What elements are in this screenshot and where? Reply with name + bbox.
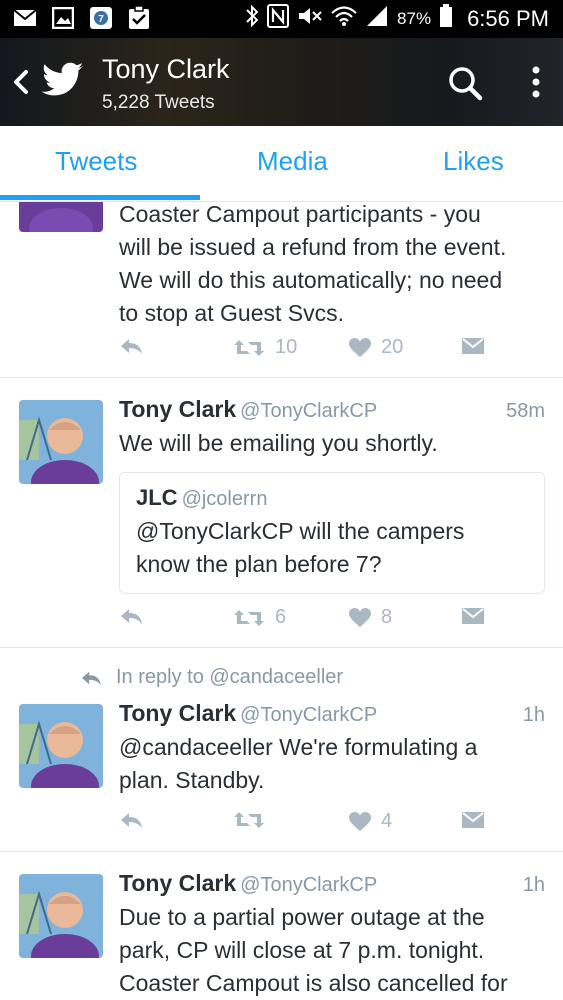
tweet-content: Coaster Campout participants - you will … (119, 202, 545, 330)
tweet-actions: 10 20 (119, 336, 499, 368)
like-button[interactable]: 20 (349, 336, 403, 359)
author-handle: @TonyClarkCP (240, 704, 378, 726)
reply-icon (121, 609, 142, 624)
profile-header: Tony Clark 5,228 Tweets (0, 38, 563, 126)
tweet-content: Tony Clark @TonyClarkCP Due to a partial … (119, 870, 545, 1000)
in-reply-to-label: In reply to @candaceeller (116, 666, 344, 688)
retweet-button[interactable] (233, 810, 275, 830)
avatar[interactable] (19, 704, 103, 788)
reply-icon (121, 813, 142, 828)
email-notification-icon (12, 6, 38, 30)
retweet-icon (234, 812, 264, 828)
tab-tweets[interactable]: Tweets (55, 146, 137, 177)
quoted-author: JLC @jcolerrn (136, 485, 267, 511)
envelope-icon (462, 338, 484, 354)
heart-icon (349, 607, 371, 627)
retweet-icon (234, 339, 264, 356)
like-button[interactable]: 8 (349, 606, 392, 629)
envelope-icon (462, 812, 484, 828)
tab-media[interactable]: Media (257, 146, 328, 177)
quoted-tweet[interactable]: JLC @jcolerrn @TonyClarkCP will the campe… (119, 472, 545, 594)
reply-icon (121, 339, 142, 354)
in-reply-to[interactable]: In reply to @candaceeller (80, 666, 343, 689)
tweet-author[interactable]: Tony Clark @TonyClarkCP (119, 870, 545, 897)
tweet-timestamp: 1h (522, 704, 545, 726)
tweet-text: We will be emailing you shortly. (119, 430, 438, 456)
nfc-icon (267, 4, 290, 34)
clock: 6:56 PM (467, 6, 549, 31)
author-name: Tony Clark (119, 700, 237, 726)
like-button[interactable]: 4 (349, 810, 392, 833)
quoted-author-name: JLC (136, 485, 178, 510)
tweet-content: Tony Clark @TonyClarkCP We will be emaili… (119, 396, 545, 460)
direct-message-button[interactable] (461, 606, 485, 626)
battery-percent: 87% (397, 9, 432, 28)
reply-button[interactable] (119, 606, 143, 626)
tweet-author[interactable]: Tony Clark @TonyClarkCP (119, 700, 545, 727)
tweet-feed[interactable]: Coaster Campout participants - you will … (0, 202, 563, 1000)
tweet-count: 5,228 Tweets (102, 92, 215, 113)
reply-icon (82, 671, 101, 685)
retweet-count: 10 (275, 336, 298, 358)
quoted-author-handle: @jcolerrn (181, 488, 268, 510)
heart-icon (349, 337, 371, 357)
reply-button[interactable] (119, 810, 143, 830)
profile-name: Tony Clark (102, 54, 230, 84)
avatar[interactable] (19, 874, 103, 958)
tweet-text: Due to a partial power outage at the par… (119, 904, 508, 996)
signal-icon (365, 5, 389, 33)
retweet-button[interactable]: 10 (233, 336, 297, 359)
author-handle: @TonyClarkCP (240, 874, 378, 896)
tweet-content: Tony Clark @TonyClarkCP @candaceeller We'… (119, 700, 545, 797)
tab-likes[interactable]: Likes (443, 146, 504, 177)
bluetooth-icon (245, 4, 259, 34)
tweet[interactable]: In reply to @candaceeller Tony Clark @Ton… (0, 648, 563, 852)
search-icon[interactable] (446, 64, 486, 104)
direct-message-button[interactable] (461, 336, 485, 356)
avatar[interactable] (19, 400, 103, 484)
retweet-count: 6 (275, 606, 287, 628)
mute-icon (297, 5, 323, 33)
active-tab-indicator (0, 195, 200, 200)
battery-icon (439, 4, 453, 34)
status-bar: 7 87% 6:56 PM (0, 0, 563, 38)
clipboard-check-icon (126, 6, 152, 30)
heart-icon (349, 811, 371, 831)
author-handle: @TonyClarkCP (240, 400, 378, 422)
more-options-icon[interactable] (526, 64, 546, 104)
author-name: Tony Clark (119, 870, 237, 896)
like-count: 4 (381, 810, 393, 832)
tweet[interactable]: Tony Clark @TonyClarkCP We will be emaili… (0, 378, 563, 648)
retweet-button[interactable]: 6 (233, 606, 286, 629)
gallery-notification-icon (50, 6, 76, 30)
direct-message-button[interactable] (461, 810, 485, 830)
tweet-text: Coaster Campout participants - you will … (119, 202, 507, 326)
tweet-author[interactable]: Tony Clark @TonyClarkCP (119, 396, 545, 423)
avatar[interactable] (19, 202, 103, 232)
tweet-timestamp: 58m (506, 400, 545, 422)
profile-tabs: Tweets Media Likes (0, 126, 563, 202)
tweet-text: @candaceeller We're formulating a plan. … (119, 734, 478, 793)
like-count: 8 (381, 606, 393, 628)
news-app-notification-icon: 7 (88, 6, 114, 30)
author-name: Tony Clark (119, 396, 237, 422)
retweet-icon (234, 609, 264, 626)
tweet-actions: 4 (119, 810, 499, 842)
wifi-icon (331, 5, 357, 33)
tweet-actions: 6 8 (119, 606, 499, 638)
tweet[interactable]: Coaster Campout participants - you will … (0, 202, 563, 378)
tweet[interactable]: Tony Clark @TonyClarkCP Due to a partial … (0, 852, 563, 1000)
twitter-bird-icon (41, 62, 86, 102)
back-arrow-icon[interactable] (8, 64, 34, 100)
envelope-icon (462, 608, 484, 624)
tweet-timestamp: 1h (522, 874, 545, 896)
quoted-tweet-text: @TonyClarkCP will the campers know the p… (136, 518, 465, 577)
svg-text:7: 7 (98, 14, 104, 25)
like-count: 20 (381, 336, 404, 358)
reply-button[interactable] (119, 336, 143, 356)
